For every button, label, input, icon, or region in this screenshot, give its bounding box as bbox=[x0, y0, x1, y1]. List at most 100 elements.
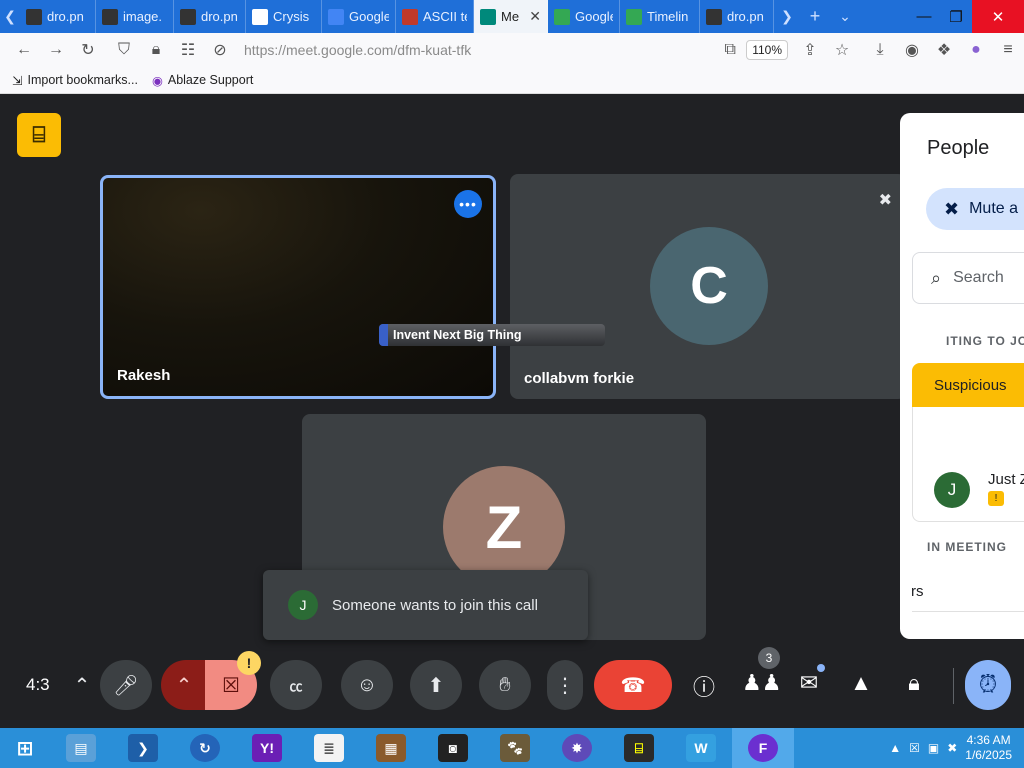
menu-icon[interactable]: ≡ bbox=[992, 33, 1024, 67]
mute-all-label: Mute a bbox=[969, 200, 1019, 217]
download-icon[interactable]: ⤓ bbox=[864, 33, 896, 67]
hand-icon: ✋︎ bbox=[499, 673, 511, 696]
join-request-toast[interactable]: J Someone wants to join this call bbox=[263, 570, 588, 640]
back-icon[interactable]: ← bbox=[8, 33, 40, 67]
google-translate-icon bbox=[328, 8, 344, 25]
waiting-person-name[interactable]: Just Z bbox=[988, 471, 1024, 488]
terminal-icon bbox=[180, 8, 196, 25]
taskbar-yahoo[interactable]: Y! bbox=[236, 728, 298, 768]
avatar: J bbox=[288, 590, 318, 620]
browser-tab[interactable]: ASCII te bbox=[396, 0, 474, 33]
microphone-button[interactable]: 🎤︎ bbox=[100, 660, 152, 710]
bookmark-import[interactable]: ⇲ Import bookmarks... bbox=[12, 73, 138, 88]
tab-label: image. bbox=[123, 9, 163, 24]
reload-icon[interactable]: ↻ bbox=[72, 33, 104, 67]
new-tab-icon[interactable]: + bbox=[800, 0, 830, 33]
more-options-button[interactable]: ⋮ bbox=[547, 660, 583, 710]
list-tabs-icon[interactable]: ⌄ bbox=[830, 0, 860, 33]
system-tray: ▲ ☒ ▣ ✖ 4:36 AM 1/6/2025 bbox=[889, 733, 1024, 763]
account-icon[interactable]: ◉ bbox=[896, 33, 928, 67]
more-options-icon[interactable]: ••• bbox=[454, 190, 482, 218]
taskbar-sync[interactable]: ↻ bbox=[174, 728, 236, 768]
meet-logo-icon: ⌸ bbox=[17, 113, 61, 157]
taskbar-app-black[interactable]: ◙ bbox=[422, 728, 484, 768]
search-people-input[interactable]: ⌕ Search bbox=[912, 252, 1024, 304]
present-button[interactable]: ⬆ bbox=[410, 660, 462, 710]
audio-options-icon[interactable]: ⌃ bbox=[64, 660, 100, 710]
people-icon[interactable]: ♟♟ bbox=[742, 670, 781, 696]
mute-all-button[interactable]: ✖ Mute a bbox=[926, 188, 1024, 230]
bookmark-ablaze[interactable]: ◉ Ablaze Support bbox=[152, 73, 253, 88]
tab-label: Crysis bbox=[273, 9, 310, 24]
forward-icon[interactable]: → bbox=[40, 33, 72, 67]
activities-icon[interactable]: ▲ bbox=[846, 670, 876, 696]
network-icon[interactable]: ▣ bbox=[928, 741, 939, 755]
chat-icon[interactable]: ✉ bbox=[794, 670, 824, 696]
tab-label: ASCII te bbox=[423, 9, 467, 24]
close-window-icon[interactable]: ✕ bbox=[972, 0, 1024, 33]
ablaze-browser-icon: F bbox=[748, 734, 778, 762]
taskbar-minecraft[interactable]: ▦ bbox=[360, 728, 422, 768]
taskbar-gimp[interactable]: 🐾︎ bbox=[484, 728, 546, 768]
yahoo-icon: Y! bbox=[252, 734, 282, 762]
network-disconnected-icon[interactable]: ☒ bbox=[909, 741, 920, 755]
host-controls-icon[interactable]: 🔒︎ bbox=[899, 670, 929, 696]
contributors-label[interactable]: rs bbox=[911, 583, 924, 600]
start-button[interactable]: ⊞ bbox=[0, 728, 50, 768]
browser-tab[interactable]: dro.pn bbox=[700, 0, 774, 33]
taskbar-virus[interactable]: ✸ bbox=[546, 728, 608, 768]
taskbar-explorer[interactable]: ▤ bbox=[50, 728, 112, 768]
toast-text: Someone wants to join this call bbox=[332, 596, 538, 614]
raise-hand-button[interactable]: ✋︎ bbox=[479, 660, 531, 710]
title-bar-accent bbox=[379, 324, 388, 346]
timer-button[interactable]: ⏰︎ bbox=[965, 660, 1011, 710]
taskbar-notepad[interactable]: ≣ bbox=[298, 728, 360, 768]
shield-icon[interactable]: ⛉ bbox=[108, 33, 140, 67]
minimize-icon[interactable]: — bbox=[908, 0, 940, 33]
camera-off-icon: ☒ bbox=[222, 674, 240, 697]
participant-tile-collabvm[interactable]: ✖ C collabvm forkie bbox=[510, 174, 906, 399]
participant-tile-rakesh[interactable]: ••• Rakesh bbox=[100, 175, 496, 399]
camera-warning-badge: ! bbox=[237, 651, 261, 675]
close-tab-icon[interactable]: ✕ bbox=[529, 8, 541, 25]
windows-taskbar: ⊞ ▤ ❯ ↻ Y! ≣ ▦ ◙ 🐾︎ ✸ ⌸ W F ▲ ☒ ▣ ✖ 4:36… bbox=[0, 728, 1024, 768]
restore-icon[interactable]: ❐ bbox=[940, 0, 972, 33]
browser-tab[interactable]: Google bbox=[548, 0, 620, 33]
floating-title-bar[interactable]: Invent Next Big Thing bbox=[379, 324, 605, 346]
permissions-icon[interactable]: ☷ bbox=[172, 33, 204, 67]
video-options-icon[interactable]: ⌃ bbox=[161, 660, 207, 710]
browser-tab[interactable]: image. bbox=[96, 0, 174, 33]
leave-call-button[interactable]: ☎︎ bbox=[594, 660, 672, 710]
avatar: J bbox=[934, 472, 970, 508]
wikipedia-icon bbox=[252, 8, 268, 25]
zoom-level[interactable]: 110% bbox=[746, 40, 788, 60]
maps-pin-icon bbox=[626, 8, 642, 25]
taskbar-browser[interactable]: F bbox=[732, 728, 794, 768]
url-bar[interactable]: https://meet.google.com/dfm-kuat-tfk bbox=[244, 42, 714, 58]
scroll-tabs-right-icon[interactable]: ❯ bbox=[774, 0, 800, 33]
taskbar-terminal[interactable]: ⌸ bbox=[608, 728, 670, 768]
clock-area[interactable]: 4:36 AM 1/6/2025 bbox=[965, 733, 1012, 763]
profile-icon[interactable]: ● bbox=[960, 33, 992, 67]
extensions-icon[interactable]: ❖ bbox=[928, 33, 960, 67]
reactions-button[interactable]: ☺ bbox=[341, 660, 393, 710]
volume-muted-icon[interactable]: ✖ bbox=[947, 741, 957, 755]
browser-tab[interactable]: Me ✕ bbox=[474, 0, 548, 33]
import-icon: ⇲ bbox=[12, 73, 23, 88]
browser-tab[interactable]: Google bbox=[322, 0, 396, 33]
picture-in-picture-icon[interactable]: ⧉ bbox=[714, 33, 746, 67]
captions-button[interactable]: ㏄ bbox=[270, 660, 322, 710]
taskbar-winamp[interactable]: W bbox=[670, 728, 732, 768]
scroll-tabs-left-icon[interactable]: ❮ bbox=[0, 0, 20, 33]
tray-expand-icon[interactable]: ▲ bbox=[889, 741, 901, 755]
browser-tab[interactable]: dro.pn bbox=[174, 0, 246, 33]
camera-blocked-icon[interactable]: ⊘ bbox=[204, 33, 236, 67]
browser-tab[interactable]: Timelin bbox=[620, 0, 700, 33]
browser-tab[interactable]: Crysis bbox=[246, 0, 322, 33]
bookmark-star-icon[interactable]: ☆ bbox=[826, 33, 858, 67]
share-icon[interactable]: ⇪ bbox=[794, 33, 826, 67]
lock-icon[interactable]: 🔒︎ bbox=[140, 33, 172, 67]
meeting-details-icon[interactable]: ⓘ bbox=[689, 670, 719, 702]
browser-tab[interactable]: dro.pn bbox=[20, 0, 96, 33]
taskbar-powershell[interactable]: ❯ bbox=[112, 728, 174, 768]
